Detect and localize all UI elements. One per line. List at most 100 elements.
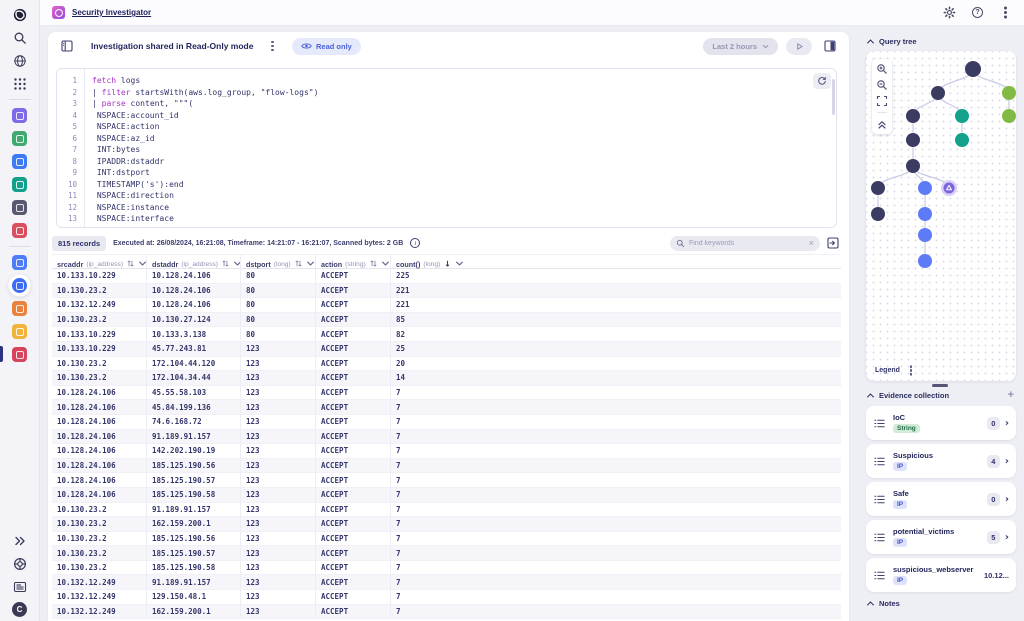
table-cell[interactable]: 10.128.24.106 — [52, 473, 146, 487]
table-cell[interactable]: 123 — [240, 400, 315, 414]
table-row[interactable]: 10.130.23.2185.125.190.57123ACCEPT7 — [52, 546, 841, 561]
tree-node-blue[interactable] — [918, 181, 932, 195]
table-cell[interactable]: ACCEPT — [315, 327, 390, 341]
evidence-card-suspicious_webserver[interactable]: suspicious_webserverIP10.12... — [866, 558, 1016, 592]
table-cell[interactable]: 7 — [390, 459, 841, 473]
table-row[interactable]: 10.128.24.106185.125.190.57123ACCEPT7 — [52, 473, 841, 488]
table-cell[interactable]: 185.125.190.57 — [146, 473, 240, 487]
clear-search-icon[interactable]: × — [809, 239, 814, 248]
table-cell[interactable]: 162.159.200.1 — [146, 605, 240, 619]
table-cell[interactable]: ACCEPT — [315, 459, 390, 473]
table-cell[interactable]: 10.130.27.124 — [146, 313, 240, 327]
table-cell[interactable]: 10.133.3.138 — [146, 327, 240, 341]
table-row[interactable]: 10.130.23.291.189.91.157123ACCEPT7 — [52, 503, 841, 518]
tree-node-dark[interactable] — [871, 181, 885, 195]
table-cell[interactable]: 221 — [390, 284, 841, 298]
table-cell[interactable]: ACCEPT — [315, 386, 390, 400]
table-cell[interactable]: ACCEPT — [315, 371, 390, 385]
sidebar-item-whats-new[interactable] — [0, 575, 40, 598]
table-cell[interactable]: 14 — [390, 371, 841, 385]
table-cell[interactable]: 10.132.12.249 — [52, 298, 146, 312]
read-only-badge[interactable]: Read only — [292, 38, 361, 55]
table-cell[interactable]: 225 — [390, 269, 841, 283]
table-cell[interactable]: 7 — [390, 444, 841, 458]
table-cell[interactable]: 185.125.190.58 — [146, 488, 240, 502]
table-cell[interactable]: ACCEPT — [315, 269, 390, 283]
table-cell[interactable]: 91.189.91.157 — [146, 503, 240, 517]
sidebar-item-search[interactable] — [0, 26, 40, 49]
table-cell[interactable]: 74.6.168.72 — [146, 415, 240, 429]
table-cell[interactable]: 10.130.23.2 — [52, 313, 146, 327]
table-row[interactable]: 10.133.10.22945.77.243.81123ACCEPT25 — [52, 342, 841, 357]
investigation-list-icon[interactable] — [61, 40, 73, 52]
chevron-right-icon[interactable]: › — [1005, 456, 1009, 467]
table-row[interactable]: 10.128.24.10645.84.199.136123ACCEPT7 — [52, 400, 841, 415]
table-row[interactable]: 10.132.12.24991.189.91.157123ACCEPT7 — [52, 575, 841, 590]
table-cell[interactable]: 172.104.34.44 — [146, 371, 240, 385]
table-cell[interactable]: ACCEPT — [315, 473, 390, 487]
table-cell[interactable]: 123 — [240, 342, 315, 356]
table-row[interactable]: 10.130.23.2172.104.34.44123ACCEPT14 — [52, 371, 841, 386]
table-cell[interactable]: 123 — [240, 473, 315, 487]
table-cell[interactable]: 221 — [390, 298, 841, 312]
evidence-card-safe[interactable]: SafeIP0› — [866, 482, 1016, 516]
chevron-right-icon[interactable]: › — [1005, 494, 1009, 505]
table-cell[interactable]: 7 — [390, 503, 841, 517]
table-cell[interactable]: 123 — [240, 605, 315, 619]
table-cell[interactable]: 10.130.23.2 — [52, 284, 146, 298]
table-cell[interactable]: 80 — [240, 313, 315, 327]
tree-node-dark[interactable] — [965, 61, 981, 77]
fit-view-icon[interactable] — [875, 94, 889, 108]
table-cell[interactable]: ACCEPT — [315, 415, 390, 429]
query-tree-canvas[interactable]: Legend — [866, 51, 1016, 381]
table-cell[interactable]: 185.125.190.56 — [146, 459, 240, 473]
table-cell[interactable]: 7 — [390, 590, 841, 604]
tree-node-dark[interactable] — [906, 159, 920, 173]
toggle-right-panel-icon[interactable] — [824, 40, 836, 52]
table-cell[interactable]: 10.128.24.106 — [146, 298, 240, 312]
table-cell[interactable]: 162.159.200.1 — [146, 517, 240, 531]
table-cell[interactable]: 10.128.24.106 — [52, 488, 146, 502]
tree-node-dark[interactable] — [906, 133, 920, 147]
sidebar-item-help-ring[interactable] — [0, 552, 40, 575]
table-cell[interactable]: 123 — [240, 561, 315, 575]
sidebar-item-app-orange[interactable] — [0, 297, 40, 320]
table-cell[interactable]: 123 — [240, 532, 315, 546]
table-cell[interactable]: 172.104.44.120 — [146, 357, 240, 371]
tree-node-dark[interactable] — [871, 207, 885, 221]
table-cell[interactable]: 10.128.24.106 — [146, 284, 240, 298]
table-cell[interactable]: 123 — [240, 546, 315, 560]
table-row[interactable]: 10.128.24.106185.125.190.56123ACCEPT7 — [52, 459, 841, 474]
table-cell[interactable]: 10.132.12.249 — [52, 575, 146, 589]
sidebar-item-app-security-alert[interactable] — [0, 343, 40, 366]
table-cell[interactable]: 7 — [390, 532, 841, 546]
table-cell[interactable]: 10.133.10.229 — [52, 327, 146, 341]
zoom-out-icon[interactable] — [875, 78, 889, 92]
table-cell[interactable]: 7 — [390, 430, 841, 444]
tree-node-selected[interactable] — [941, 180, 957, 196]
evidence-card-potential_victims[interactable]: potential_victimsIP5› — [866, 520, 1016, 554]
query-tree-header[interactable]: Query tree — [868, 37, 1024, 46]
table-cell[interactable]: ACCEPT — [315, 357, 390, 371]
table-cell[interactable]: 129.150.48.1 — [146, 590, 240, 604]
legend-button[interactable]: Legend — [875, 367, 900, 374]
table-cell[interactable]: 7 — [390, 386, 841, 400]
sidebar-item-app-red-alert[interactable] — [0, 219, 40, 242]
table-cell[interactable]: 123 — [240, 371, 315, 385]
table-row[interactable]: 10.128.24.10674.6.168.72123ACCEPT7 — [52, 415, 841, 430]
table-cell[interactable]: 45.77.243.81 — [146, 342, 240, 356]
table-row[interactable]: 10.132.12.24910.128.24.10680ACCEPT221 — [52, 298, 841, 313]
tree-node-green[interactable] — [1002, 86, 1016, 100]
find-keywords-input[interactable] — [689, 240, 805, 247]
table-cell[interactable]: 10.130.23.2 — [52, 561, 146, 575]
table-cell[interactable]: ACCEPT — [315, 517, 390, 531]
table-cell[interactable]: 7 — [390, 488, 841, 502]
table-cell[interactable]: 10.128.24.106 — [52, 444, 146, 458]
table-row[interactable]: 10.130.23.2185.125.190.58123ACCEPT7 — [52, 561, 841, 576]
legend-kebab-icon[interactable] — [910, 369, 913, 372]
sidebar-item-user-avatar[interactable]: C — [0, 598, 40, 621]
table-cell[interactable]: 10.130.23.2 — [52, 357, 146, 371]
tree-node-green[interactable] — [1002, 109, 1016, 123]
table-cell[interactable]: 123 — [240, 459, 315, 473]
table-cell[interactable]: ACCEPT — [315, 298, 390, 312]
